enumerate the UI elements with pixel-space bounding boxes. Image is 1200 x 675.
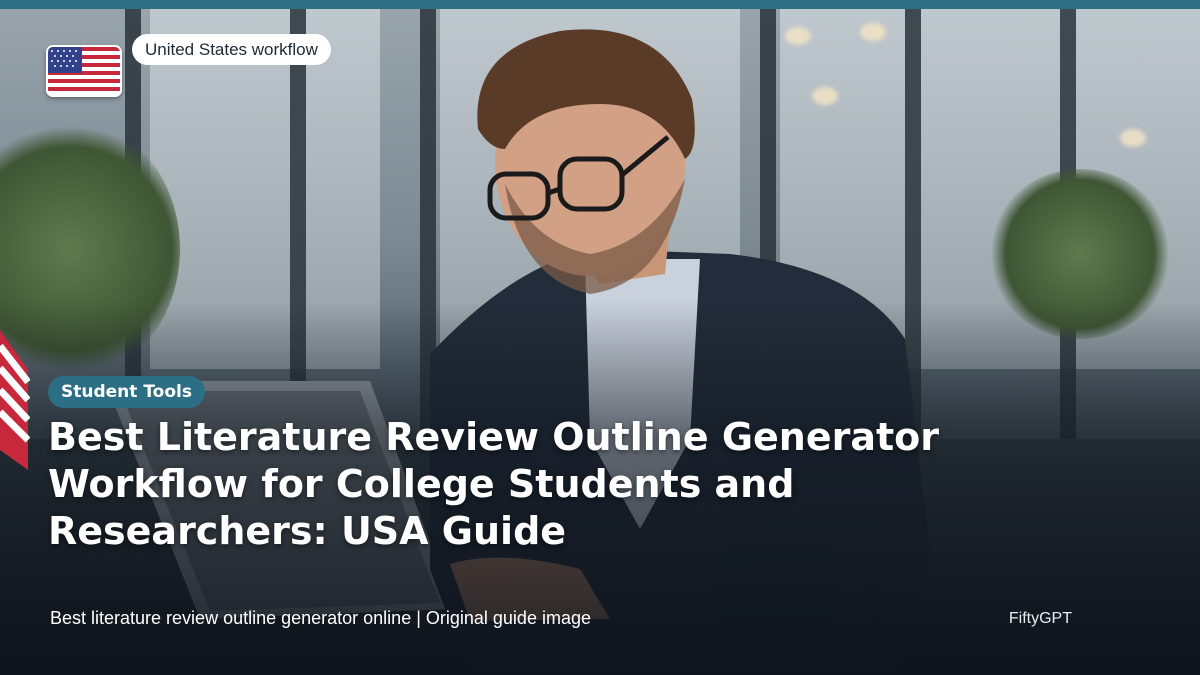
category-tag[interactable]: Student Tools bbox=[48, 376, 205, 408]
hero-banner: United States workflow Student Tools Bes… bbox=[0, 0, 1200, 675]
us-flag-icon bbox=[46, 45, 122, 97]
us-flag-decoration bbox=[0, 330, 30, 470]
brand-name: FiftyGPT bbox=[1008, 610, 1072, 627]
region-badge: United States workflow bbox=[132, 34, 331, 65]
page-title: Best Literature Review Outline Generator… bbox=[48, 415, 940, 553]
top-accent-bar bbox=[0, 0, 1200, 9]
image-caption: Best literature review outline generator… bbox=[50, 608, 591, 628]
